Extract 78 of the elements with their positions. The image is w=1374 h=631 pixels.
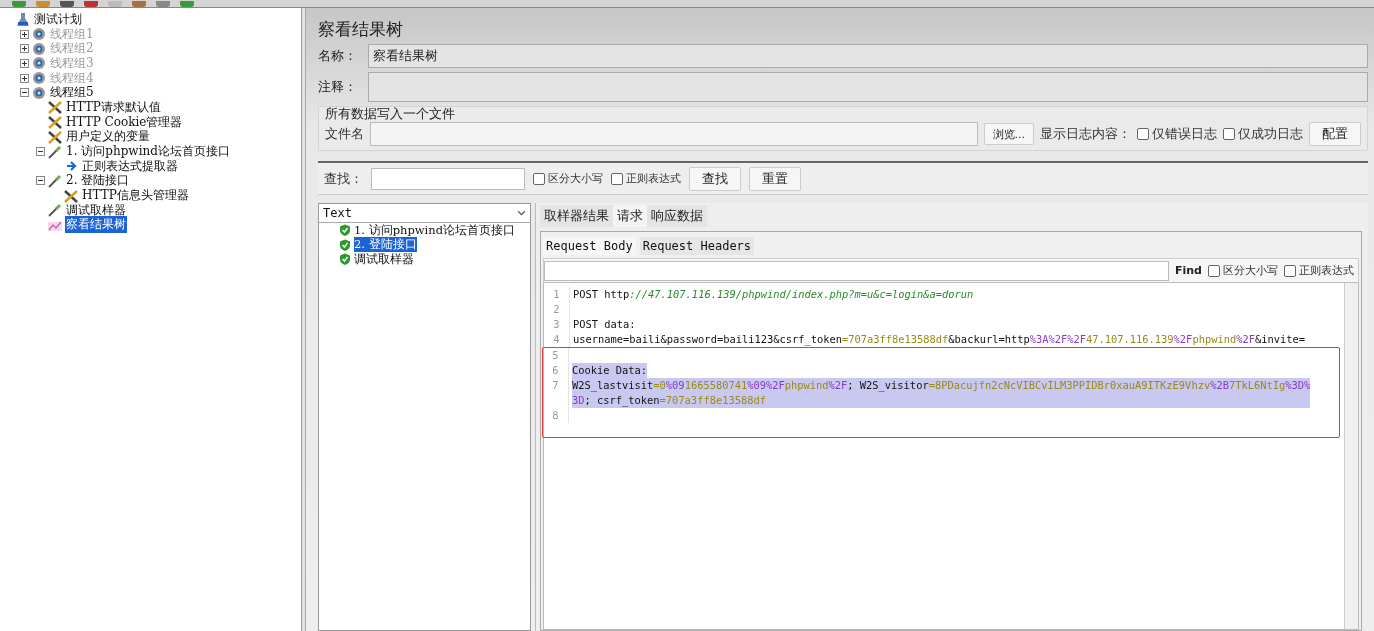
group-title: 所有数据写入一个文件 — [325, 106, 456, 122]
tab[interactable]: 取样器结果 — [540, 205, 613, 227]
tree-item[interactable]: 测试计划 — [33, 10, 83, 28]
checkbox[interactable]: 区分大小写 — [1208, 263, 1278, 278]
shield-check-icon — [339, 238, 351, 251]
scrollbar[interactable] — [1344, 283, 1358, 629]
line-number: 2 — [544, 302, 570, 317]
line-number: 4 — [544, 332, 570, 347]
shield-check-icon — [339, 253, 351, 266]
tab[interactable]: 响应数据 — [647, 205, 707, 227]
splitter-handle[interactable] — [302, 8, 306, 631]
renderer-dropdown[interactable]: Text — [319, 204, 530, 223]
gear-icon — [31, 85, 47, 100]
shield-check-icon — [339, 224, 351, 237]
code-line: username=baili&password=baili123&csrf_token=707a3ff8e13588df&backurl=http%3A%2F%2F47.107.116.139%2Fphpwind%2F&invite= — [573, 332, 1305, 347]
toolbar-icon[interactable] — [36, 1, 50, 7]
tab[interactable]: Request Body — [543, 237, 636, 255]
panel-title: 察看结果树 — [318, 18, 404, 41]
result-item[interactable]: 调试取样器 — [354, 251, 414, 267]
pipette-icon — [47, 144, 63, 159]
code-line: POST http://47.107.116.139/phpwind/index.php?m=u&c=login&a=dorun — [573, 287, 974, 302]
collapse-toggle[interactable] — [36, 176, 45, 186]
line-number: 5 — [543, 348, 569, 363]
gear-icon — [31, 27, 47, 42]
line-number: 6 — [543, 363, 569, 378]
checkbox[interactable]: 仅错误日志 — [1137, 125, 1217, 143]
line-number: 3 — [544, 317, 570, 332]
tab[interactable]: 请求 — [613, 205, 647, 227]
toolbar-icon[interactable] — [156, 1, 170, 7]
gear-icon — [31, 41, 47, 56]
collapse-toggle[interactable] — [20, 88, 29, 98]
tree-item[interactable]: 用户定义的变量 — [65, 128, 151, 146]
gear-icon — [31, 56, 47, 71]
toolbar-icon[interactable] — [84, 1, 98, 7]
field-label: 名称： — [318, 47, 358, 65]
toolbar-icon[interactable] — [60, 1, 74, 7]
tools-icon — [47, 100, 63, 115]
code-line: POST data: — [573, 317, 636, 332]
field-label: 显示日志内容： — [1040, 125, 1131, 143]
search-button[interactable]: 重置 — [749, 166, 801, 191]
collapse-toggle[interactable] — [36, 147, 45, 157]
checkbox[interactable]: 正则表达式 — [1284, 263, 1354, 278]
field-label: 文件名 — [325, 125, 364, 143]
pipette-icon — [47, 173, 63, 188]
browse-button[interactable]: 浏览... — [983, 123, 1034, 145]
checkbox[interactable]: 区分大小写 — [533, 171, 603, 186]
flask-icon — [15, 12, 31, 27]
search-field[interactable] — [371, 167, 525, 190]
tree-item[interactable]: 2. 登陆接口 — [65, 172, 131, 190]
result-item[interactable]: 2. 登陆接口 — [354, 237, 417, 253]
find-field[interactable] — [544, 260, 1169, 281]
checkbox[interactable]: 仅成功日志 — [1223, 125, 1303, 143]
toolbar-icon[interactable] — [12, 1, 26, 7]
comment-field[interactable] — [368, 72, 1368, 102]
result-item[interactable]: 1. 访问phpwind论坛首页接口 — [354, 222, 516, 238]
field-label: 注释： — [318, 78, 358, 96]
search-button[interactable]: 查找 — [689, 166, 741, 191]
filename-field[interactable] — [370, 122, 978, 146]
tree-item[interactable]: HTTP Cookie管理器 — [65, 113, 184, 131]
line-number: 8 — [543, 408, 569, 423]
config-button[interactable]: 配置 — [1309, 122, 1361, 146]
tools-icon — [47, 115, 63, 130]
field-label: 查找： — [324, 169, 363, 188]
caret-icon — [517, 209, 526, 217]
name-field[interactable]: 察看结果树 — [368, 44, 1368, 68]
line-number: 7 — [543, 378, 569, 408]
toolbar-icon[interactable] — [180, 1, 194, 7]
tree-item[interactable]: 察看结果树 — [65, 216, 127, 234]
tab[interactable]: Request Headers — [639, 237, 755, 255]
pipette-icon — [47, 203, 63, 218]
checkbox[interactable]: 正则表达式 — [611, 171, 681, 186]
line-number: 1 — [544, 287, 570, 302]
field-label: Find — [1175, 264, 1202, 277]
tools-icon — [47, 129, 63, 144]
toolbar-icon[interactable] — [132, 1, 146, 7]
gear-icon — [31, 71, 47, 86]
tools-icon — [63, 188, 79, 203]
toolbar-icon[interactable] — [108, 1, 122, 7]
